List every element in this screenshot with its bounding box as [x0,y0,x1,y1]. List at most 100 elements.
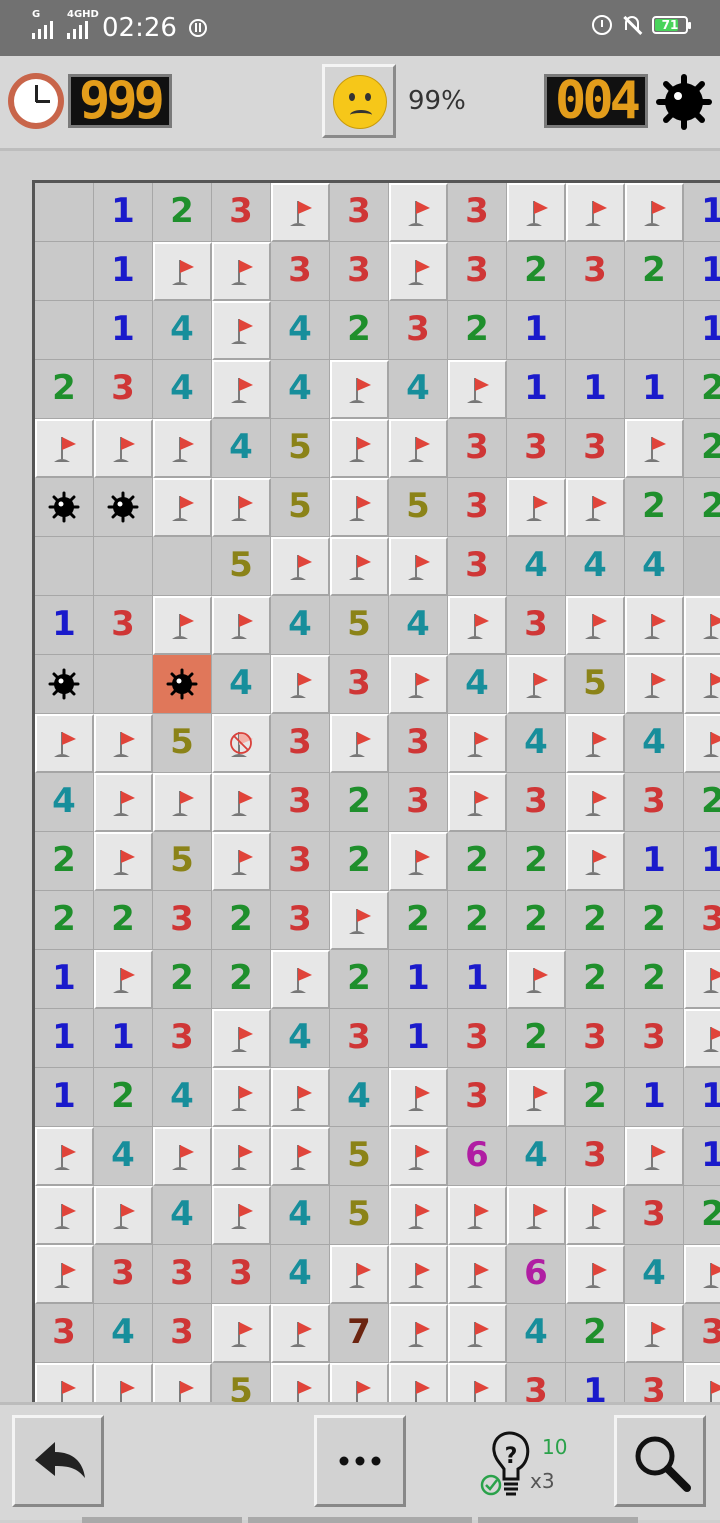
flagged-cell[interactable] [507,655,566,714]
flagged-cell[interactable] [212,596,271,655]
flagged-cell[interactable] [507,1068,566,1127]
empty-cell[interactable] [35,242,94,301]
number-cell[interactable]: 1 [35,1068,94,1127]
zoom-button[interactable] [614,1415,706,1507]
number-cell[interactable]: 2 [94,1068,153,1127]
number-cell[interactable]: 4 [153,1186,212,1245]
number-cell[interactable]: 4 [625,1245,684,1304]
number-cell[interactable]: 4 [507,1304,566,1363]
number-cell[interactable]: 1 [684,1127,720,1186]
number-cell[interactable]: 3 [566,242,625,301]
number-cell[interactable]: 1 [566,360,625,419]
flagged-cell[interactable] [212,478,271,537]
flagged-cell[interactable] [271,1127,330,1186]
number-cell[interactable]: 2 [684,419,720,478]
number-cell[interactable]: 3 [35,1304,94,1363]
flagged-cell[interactable] [625,655,684,714]
number-cell[interactable]: 3 [448,242,507,301]
number-cell[interactable]: 2 [566,1304,625,1363]
flagged-cell[interactable] [212,242,271,301]
flagged-cell[interactable] [566,773,625,832]
number-cell[interactable]: 3 [507,1363,566,1402]
flagged-cell[interactable] [684,1245,720,1304]
empty-cell[interactable] [566,301,625,360]
number-cell[interactable]: 2 [330,950,389,1009]
flagged-cell[interactable] [389,655,448,714]
number-cell[interactable]: 1 [684,183,720,242]
flagged-cell[interactable] [448,773,507,832]
number-cell[interactable]: 2 [389,891,448,950]
number-cell[interactable]: 3 [448,1009,507,1068]
number-cell[interactable]: 3 [330,655,389,714]
flagged-cell[interactable] [684,655,720,714]
number-cell[interactable]: 2 [330,832,389,891]
flagged-cell[interactable] [35,714,94,773]
number-cell[interactable]: 5 [330,1186,389,1245]
number-cell[interactable]: 1 [35,950,94,1009]
mine-cell[interactable] [94,478,153,537]
number-cell[interactable]: 5 [153,832,212,891]
number-cell[interactable]: 1 [625,360,684,419]
number-cell[interactable]: 2 [507,1009,566,1068]
number-cell[interactable]: 3 [625,1363,684,1402]
flagged-cell[interactable] [684,1009,720,1068]
flagged-cell[interactable] [448,1186,507,1245]
empty-cell[interactable] [94,655,153,714]
flagged-cell[interactable] [507,183,566,242]
number-cell[interactable]: 3 [566,419,625,478]
undo-button[interactable] [12,1415,104,1507]
flagged-cell[interactable] [389,1186,448,1245]
number-cell[interactable]: 1 [684,301,720,360]
flagged-cell[interactable] [35,1363,94,1402]
number-cell[interactable]: 1 [389,950,448,1009]
number-cell[interactable]: 3 [271,832,330,891]
number-cell[interactable]: 2 [625,478,684,537]
flagged-cell[interactable] [684,950,720,1009]
number-cell[interactable]: 3 [448,537,507,596]
empty-cell[interactable] [625,301,684,360]
number-cell[interactable]: 2 [566,950,625,1009]
number-cell[interactable]: 5 [212,537,271,596]
number-cell[interactable]: 2 [330,773,389,832]
number-cell[interactable]: 3 [153,891,212,950]
number-cell[interactable]: 2 [566,1068,625,1127]
flagged-cell[interactable] [566,832,625,891]
flagged-cell[interactable] [507,1186,566,1245]
number-cell[interactable]: 3 [271,773,330,832]
number-cell[interactable]: 3 [94,596,153,655]
exploded-mine-cell[interactable] [153,655,212,714]
flagged-cell[interactable] [271,183,330,242]
number-cell[interactable]: 2 [153,950,212,1009]
flagged-cell[interactable] [389,537,448,596]
number-cell[interactable]: 5 [212,1363,271,1402]
flagged-cell[interactable] [271,1304,330,1363]
empty-cell[interactable] [94,537,153,596]
flagged-cell[interactable] [684,596,720,655]
flagged-cell[interactable] [330,537,389,596]
number-cell[interactable]: 4 [153,301,212,360]
number-cell[interactable]: 4 [625,537,684,596]
number-cell[interactable]: 3 [625,773,684,832]
empty-cell[interactable] [153,537,212,596]
number-cell[interactable]: 2 [35,832,94,891]
flagged-cell[interactable] [330,478,389,537]
flagged-cell[interactable] [35,1127,94,1186]
number-cell[interactable]: 3 [625,1009,684,1068]
number-cell[interactable]: 1 [448,950,507,1009]
flagged-cell[interactable] [330,419,389,478]
flagged-cell[interactable] [271,655,330,714]
number-cell[interactable]: 2 [35,360,94,419]
number-cell[interactable]: 3 [507,773,566,832]
flagged-cell[interactable] [153,419,212,478]
number-cell[interactable]: 2 [684,773,720,832]
empty-cell[interactable] [35,301,94,360]
number-cell[interactable]: 4 [271,596,330,655]
number-cell[interactable]: 1 [507,360,566,419]
number-cell[interactable]: 3 [330,1009,389,1068]
number-cell[interactable]: 3 [448,419,507,478]
number-cell[interactable]: 2 [625,891,684,950]
flagged-cell[interactable] [330,714,389,773]
flagged-cell[interactable] [389,1363,448,1402]
number-cell[interactable]: 3 [389,773,448,832]
flagged-cell[interactable] [566,596,625,655]
